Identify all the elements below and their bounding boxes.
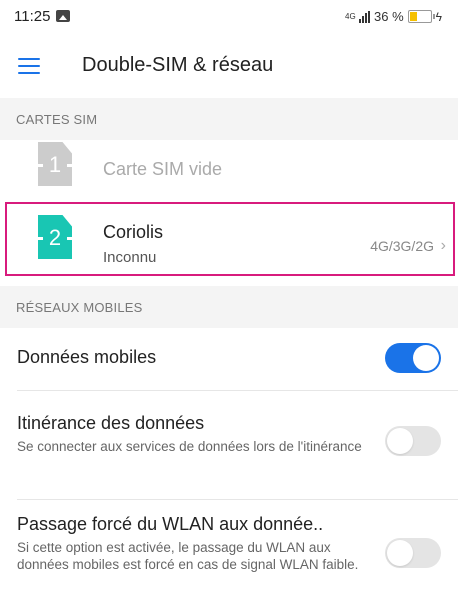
sim-title: Carte SIM vide [103,159,223,179]
image-icon [56,10,70,22]
mobile-data-toggle[interactable] [385,343,441,373]
setting-title: Itinérance des données [17,413,205,433]
hamburger-menu-icon[interactable] [18,58,40,74]
charging-icon: ϟ [435,9,442,24]
setting-title: Données mobiles [17,347,157,367]
setting-title: Passage forcé du WLAN aux donnée.. [17,514,324,534]
sim-card-icon: 1 [38,142,72,186]
selection-highlight [5,202,455,276]
status-time: 11:25 [14,8,51,25]
page-title: Double-SIM & réseau [82,54,274,76]
section-title: RÉSEAUX MOBILES [16,300,143,315]
forced-wlan-switch-toggle[interactable] [385,538,441,568]
setting-description: Se connecter aux services de données lor… [17,439,362,454]
battery-icon [407,10,435,23]
setting-mobile-data[interactable]: Données mobiles [0,328,458,390]
setting-description: Si cette option est activée, le passage … [17,540,359,572]
battery-percent: 36 % [374,9,404,24]
app-bar: Double-SIM & réseau [0,34,458,98]
status-right: 4G 36 % ϟ [345,9,442,24]
data-roaming-toggle[interactable] [385,426,441,456]
network-type: 4G [345,11,356,21]
sim-slot-1: 1 Carte SIM vide [0,132,458,206]
battery-fill [409,12,417,21]
section-title: CARTES SIM [16,112,98,127]
signal-icon [359,10,370,23]
section-header-mobile: RÉSEAUX MOBILES [0,286,458,328]
setting-data-roaming[interactable]: Itinérance des données Se connecter aux … [0,391,458,499]
setting-forced-wlan-switch[interactable]: Passage forcé du WLAN aux donnée.. Si ce… [0,500,458,613]
status-bar: 11:25 4G 36 % ϟ [0,0,458,34]
